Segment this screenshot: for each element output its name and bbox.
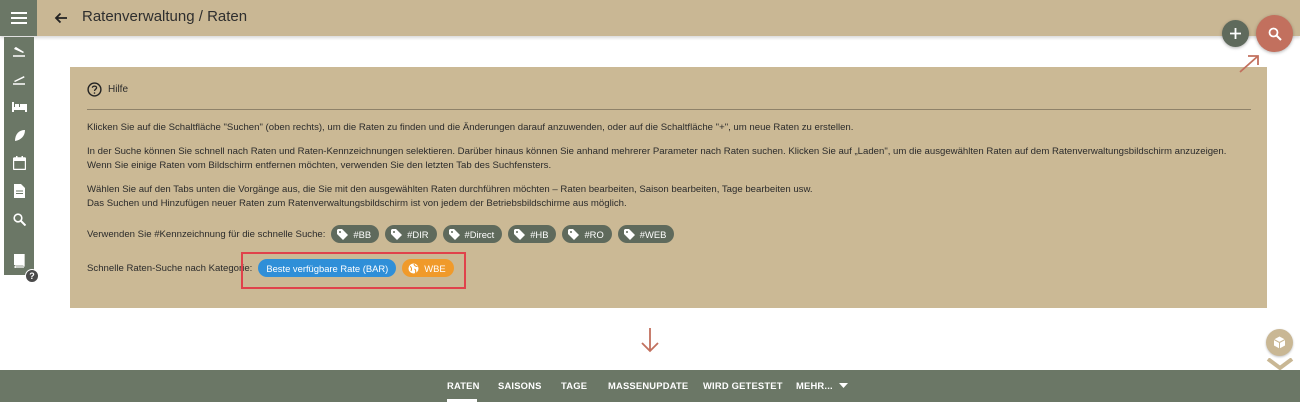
help-paragraph-2-line-2: Wenn Sie einige Raten vom Bildschirm ent… bbox=[87, 160, 552, 171]
tag-chip[interactable]: #WEB bbox=[617, 225, 675, 243]
annotation-arrow-down-icon bbox=[641, 328, 659, 353]
tab-saisons[interactable]: SAISONS bbox=[498, 380, 542, 391]
leaf-icon bbox=[14, 129, 25, 141]
help-divider bbox=[87, 109, 1251, 110]
plus-icon bbox=[1230, 28, 1241, 39]
annotation-arrow-up-right-icon bbox=[1239, 55, 1259, 73]
menu-icon bbox=[10, 12, 27, 24]
calendar-icon bbox=[12, 156, 26, 170]
tag-chip-label: #RO bbox=[584, 228, 604, 240]
chevron-down-icon[interactable] bbox=[1266, 358, 1294, 370]
sidebar-item-seasons[interactable] bbox=[4, 122, 34, 148]
sidebar-item-arrivals[interactable] bbox=[4, 38, 34, 64]
tab-wird-getestet[interactable]: WIRD GETESTET bbox=[703, 380, 783, 391]
search-icon bbox=[1268, 27, 1282, 41]
page-title: Ratenverwaltung / Raten bbox=[82, 8, 248, 25]
sidebar-item-calendar[interactable] bbox=[4, 150, 34, 176]
menu-button[interactable] bbox=[0, 0, 37, 36]
tag-icon bbox=[391, 228, 403, 240]
back-button[interactable] bbox=[50, 7, 72, 29]
tag-icon bbox=[514, 228, 526, 240]
dropdown-arrow-icon[interactable] bbox=[839, 383, 848, 389]
quick-tag-label: Verwenden Sie #Kennzeichnung für die sch… bbox=[87, 228, 326, 240]
help-paragraph-1: Klicken Sie auf die Schaltfläche "Suchen… bbox=[87, 122, 854, 133]
tag-chip-label: #HB bbox=[530, 228, 549, 240]
help-label: Hilfe bbox=[108, 84, 129, 95]
sidebar-item-search[interactable] bbox=[4, 206, 34, 232]
tag-chip-label: #DIR bbox=[407, 228, 429, 240]
tag-icon bbox=[337, 228, 349, 240]
category-label: Schnelle Raten-Suche nach Kategorie: bbox=[87, 262, 253, 274]
sidebar-item-rooms[interactable] bbox=[4, 94, 34, 120]
tab-massenupdate[interactable]: MASSENUPDATE bbox=[608, 380, 688, 391]
sidebar-item-documents[interactable] bbox=[4, 178, 34, 204]
tag-chip-label: #WEB bbox=[639, 228, 667, 240]
sidebar-help-badge[interactable]: ? bbox=[25, 269, 39, 283]
quick-tag-row: Verwenden Sie #Kennzeichnung für die sch… bbox=[87, 225, 680, 243]
help-paragraph-3-line-2: Das Suchen und Hinzufügen neuer Raten zu… bbox=[87, 198, 627, 209]
tag-chip[interactable]: #DIR bbox=[385, 225, 437, 243]
tag-chip[interactable]: #RO bbox=[562, 225, 612, 243]
arrow-back-icon bbox=[54, 12, 67, 24]
search-button[interactable] bbox=[1256, 15, 1293, 52]
flight-takeoff-icon bbox=[13, 76, 25, 85]
bottom-tab-bar: RATEN SAISONS TAGE MASSENUPDATE WIRD GET… bbox=[0, 370, 1300, 402]
tag-icon bbox=[623, 228, 635, 240]
sidebar bbox=[4, 37, 34, 275]
tab-mehr[interactable]: MEHR... bbox=[796, 380, 833, 391]
quick-action-button[interactable] bbox=[1266, 329, 1293, 356]
top-app-bar: Ratenverwaltung / Raten bbox=[0, 0, 1300, 36]
tag-chip[interactable]: #BB bbox=[331, 225, 380, 243]
help-header: Hilfe bbox=[87, 82, 128, 97]
book-icon bbox=[14, 254, 25, 268]
help-paragraph-3-line-1: Wählen Sie auf den Tabs unten die Vorgän… bbox=[87, 184, 813, 195]
search-icon bbox=[12, 212, 26, 226]
add-rate-button[interactable] bbox=[1222, 20, 1249, 47]
tag-chip[interactable]: #HB bbox=[508, 225, 557, 243]
tag-chip-label: #BB bbox=[353, 228, 372, 240]
tag-chip[interactable]: #Direct bbox=[442, 225, 503, 243]
tag-icon bbox=[448, 228, 460, 240]
tab-raten[interactable]: RATEN bbox=[447, 380, 480, 391]
box-icon bbox=[1273, 336, 1286, 349]
document-icon bbox=[13, 184, 25, 198]
sidebar-item-departures[interactable] bbox=[4, 66, 34, 92]
help-paragraph-2-line-1: In der Suche können Sie schnell nach Rat… bbox=[87, 146, 1227, 157]
tag-chip-label: #Direct bbox=[464, 228, 495, 240]
help-circle-icon bbox=[87, 82, 102, 97]
bed-icon bbox=[11, 102, 27, 112]
tab-tage[interactable]: TAGE bbox=[561, 380, 587, 391]
flight-land-icon bbox=[13, 47, 25, 57]
annotation-highlight-box bbox=[241, 252, 466, 289]
tag-icon bbox=[568, 228, 580, 240]
